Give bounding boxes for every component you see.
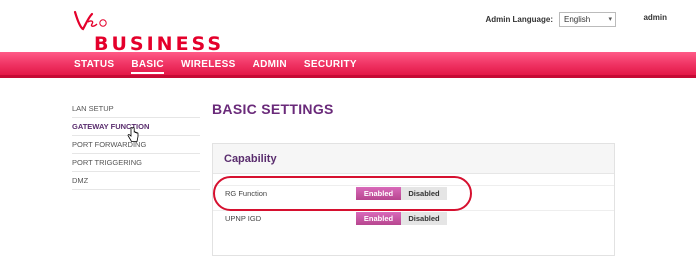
sidebar-item-port-triggering[interactable]: PORT TRIGGERING <box>72 154 200 172</box>
language-select[interactable]: English ▾ <box>559 12 616 27</box>
upnp-igd-label: UPNP IGD <box>225 214 262 223</box>
virgin-media-business-logo: BUSINESS <box>72 8 221 55</box>
capability-panel-title: Capability <box>213 144 614 174</box>
sidebar-item-lan-setup[interactable]: LAN SETUP <box>72 100 200 118</box>
nav-bottom-rule <box>0 75 696 78</box>
rg-function-disabled-button[interactable]: Disabled <box>401 187 447 200</box>
upnp-igd-enabled-button[interactable]: Enabled <box>356 212 401 225</box>
main-navigation-bar: STATUS BASIC WIRELESS ADMIN SECURITY <box>0 52 696 78</box>
chevron-down-icon: ▾ <box>608 16 612 23</box>
upnp-igd-toggle: Enabled Disabled <box>356 212 447 225</box>
language-label: Admin Language: <box>485 15 553 24</box>
rg-function-enabled-button[interactable]: Enabled <box>356 187 401 200</box>
virgin-logo-icon <box>73 10 107 31</box>
language-selector-area: Admin Language: English ▾ <box>485 12 616 27</box>
language-value: English <box>564 15 591 24</box>
rg-function-label: RG Function <box>225 189 268 198</box>
rg-function-row: RG Function Enabled Disabled <box>213 185 614 201</box>
sidebar-item-dmz[interactable]: DMZ <box>72 172 200 190</box>
sidebar-menu: LAN SETUP GATEWAY FUNCTION PORT FORWARDI… <box>72 100 200 190</box>
rg-function-toggle: Enabled Disabled <box>356 187 447 200</box>
upnp-igd-row: UPNP IGD Enabled Disabled <box>213 210 614 226</box>
page-title: BASIC SETTINGS <box>212 101 334 117</box>
upnp-igd-disabled-button[interactable]: Disabled <box>401 212 447 225</box>
capability-panel: Capability RG Function Enabled Disabled … <box>212 143 615 256</box>
hand-pointer-cursor-icon <box>127 127 139 142</box>
admin-username[interactable]: admin <box>643 13 667 22</box>
